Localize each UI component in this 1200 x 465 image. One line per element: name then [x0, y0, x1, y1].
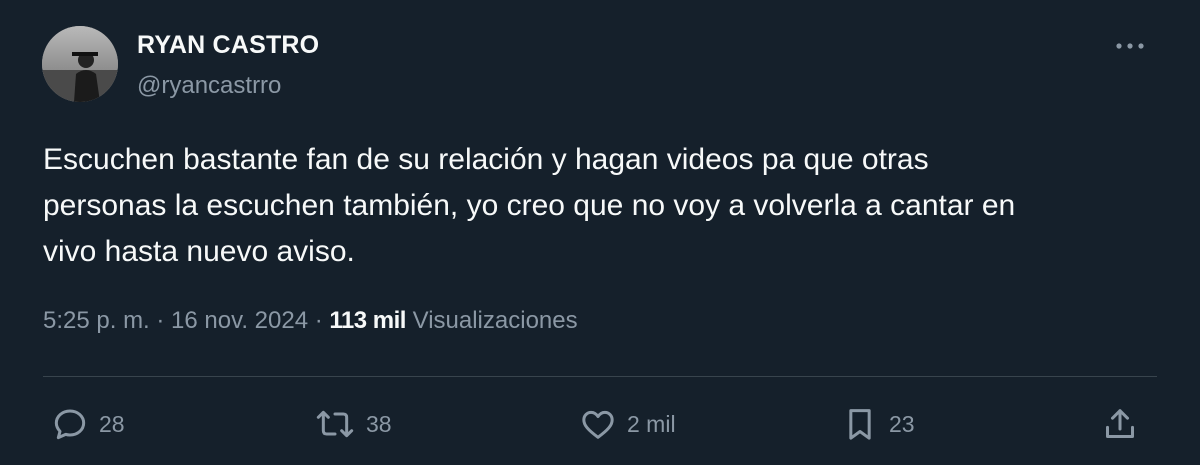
reply-icon: [50, 404, 90, 444]
bookmark-icon: [840, 404, 880, 444]
more-horizontal-icon: [1115, 37, 1145, 55]
like-count: 2 mil: [627, 410, 676, 437]
tweet-card: RYAN CASTRO @ryancastrro Escuchen bastan…: [0, 0, 1200, 465]
like-button[interactable]: 2 mil: [578, 404, 676, 444]
share-button[interactable]: [1100, 404, 1140, 444]
tweet-text: Escuchen bastante fan de su relación y h…: [43, 143, 1016, 268]
more-options-button[interactable]: [1106, 30, 1154, 62]
views-count[interactable]: 113 mil: [329, 307, 406, 334]
heart-icon: [578, 404, 618, 444]
views-label: Visualizaciones: [405, 307, 578, 334]
author-handle[interactable]: @ryancastrro: [137, 72, 281, 100]
repost-icon: [313, 404, 357, 444]
repost-button[interactable]: 38: [313, 404, 392, 444]
divider: [43, 376, 1157, 377]
author-name[interactable]: RYAN CASTRO: [137, 31, 319, 60]
reply-button[interactable]: 28: [50, 404, 125, 444]
repost-count: 38: [366, 410, 392, 437]
avatar[interactable]: [42, 26, 118, 102]
bookmark-count: 23: [889, 410, 915, 437]
share-icon: [1100, 404, 1140, 444]
reply-count: 28: [99, 410, 125, 437]
tweet-metadata: 5:25 p. m. · 16 nov. 2024 · 113 mil Visu…: [43, 307, 578, 335]
bookmark-button[interactable]: 23: [840, 404, 915, 444]
timestamp[interactable]: 5:25 p. m. · 16 nov. 2024 ·: [43, 307, 329, 334]
